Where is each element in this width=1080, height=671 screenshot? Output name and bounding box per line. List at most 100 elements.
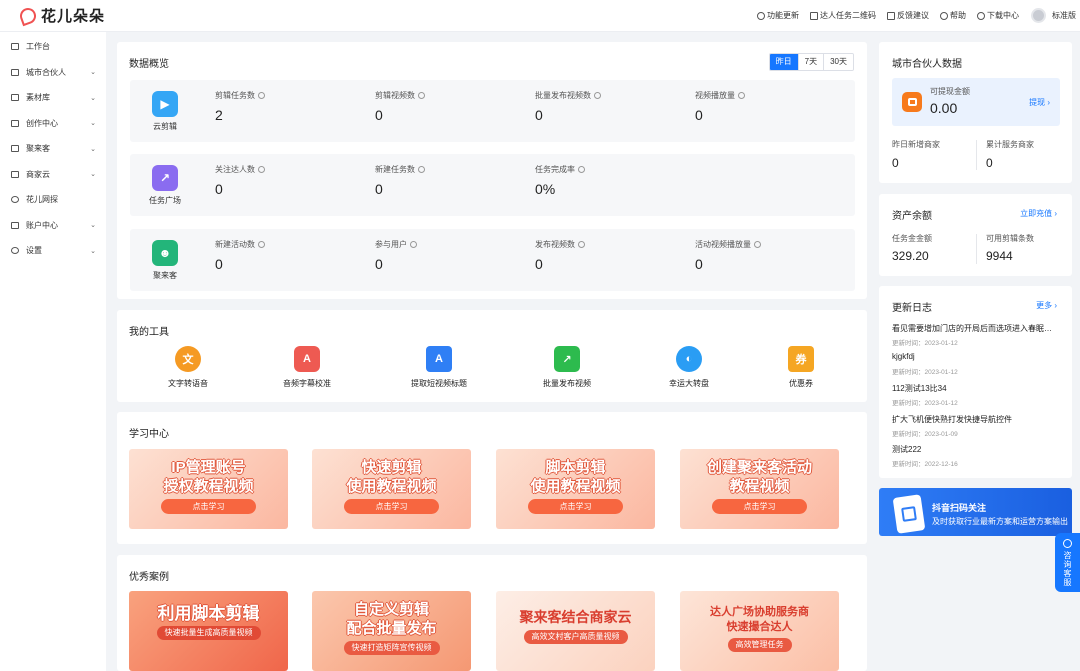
learn-button[interactable]: 点击学习 (161, 499, 256, 514)
download-center-button[interactable]: 下载中心 (977, 10, 1019, 21)
more-link[interactable]: 更多 › (1036, 300, 1057, 311)
brand-logo[interactable]: 花儿朵朵 (17, 5, 105, 26)
top-bar: 花儿朵朵 功能更新 达人任务二维码 反馈建议 帮助 下载中心 标准版 (0, 0, 1080, 32)
user-search-icon (11, 196, 19, 204)
chevron-down-icon: ⌄ (90, 145, 96, 153)
chevron-down-icon: ⌄ (90, 222, 96, 230)
learning-card-ip-account[interactable]: IP管理账号 授权教程视频 点击学习 (129, 449, 288, 529)
tool-text-to-speech[interactable]: 文文字转语音 (153, 346, 223, 389)
case-card-talent-square[interactable]: 达人广场协助服务商 快速撮合达人 高效管理任务 (680, 591, 839, 671)
info-icon (258, 92, 265, 99)
headset-icon (1063, 539, 1072, 548)
sidebar-item-account[interactable]: 账户中心 ⌄ (0, 213, 106, 239)
learn-button[interactable]: 点击学习 (528, 499, 623, 514)
learning-card-julaike-activity[interactable]: 创建聚来客活动 教程视频 点击学习 (680, 449, 839, 529)
customer-service-float-button[interactable]: 咨询客服 (1055, 533, 1080, 592)
phone-qrcode-icon (892, 494, 926, 534)
microphone-icon: A (294, 346, 320, 372)
stat-batch-published: 批量发布视频数 0 (535, 90, 601, 123)
avatar[interactable] (1031, 8, 1046, 23)
cloud-edit-entry[interactable]: ▶ 云剪辑 (146, 91, 184, 132)
tools-panel: 我的工具 文文字转语音 A 音频字幕校准 A 提取短视频标题 ↗ 批量发布视频 ◐ 幸运… (117, 310, 867, 402)
douyin-follow-banner[interactable]: 抖音扫码关注 及时获取行业最新方案和运营方案输出 (879, 488, 1072, 536)
share-icon: ↗ (554, 346, 580, 372)
asset-balance-panel: 资产余额 立即充值 › 任务金金额 329.20 可用剪辑条数 9944 (879, 194, 1072, 276)
tool-extract-title[interactable]: A 提取短视频标题 (404, 346, 474, 389)
partner-icon (11, 68, 19, 76)
info-icon (738, 92, 745, 99)
learning-card-script-edit[interactable]: 脚本剪辑 使用教程视频 点击学习 (496, 449, 655, 529)
play-icon: ▶ (152, 91, 178, 117)
cloud-download-icon (977, 11, 985, 20)
assets-title: 资产余额 (892, 211, 932, 222)
withdraw-card: 可提现金额 0.00 提现 › (892, 78, 1060, 126)
learn-button[interactable]: 点击学习 (344, 499, 439, 514)
sidebar-item-merchant-cloud[interactable]: 商家云 ⌄ (0, 162, 106, 188)
task-qrcode-button[interactable]: 达人任务二维码 (810, 10, 876, 21)
info-icon (418, 92, 425, 99)
stat-new-activities: 新建活动数 0 (215, 239, 265, 272)
tab-yesterday[interactable]: 昨日 (769, 54, 798, 70)
withdraw-link[interactable]: 提现 › (1029, 97, 1050, 108)
tools-title: 我的工具 (129, 327, 169, 338)
cases-panel: 优秀案例 利用脚本剪辑 快速批量生成高质量视频 自定义剪辑 配合批量发布 快速打… (117, 555, 867, 671)
sidebar-item-explore[interactable]: 花儿网探 (0, 187, 106, 213)
qrcode-icon (810, 11, 818, 20)
flower-logo-icon (17, 5, 39, 26)
learning-center-panel: 学习中心 IP管理账号 授权教程视频 点击学习 快速剪辑 使用教程视频 点击学习… (117, 412, 867, 544)
chevron-down-icon: ⌄ (90, 247, 96, 255)
sidebar-item-city-partner[interactable]: 城市合伙人 ⌄ (0, 60, 106, 86)
cases-title: 优秀案例 (129, 572, 169, 583)
task-square-stats-row: ↗ 任务广场 关注达人数 0 新建任务数 0 任务完成率 0% (130, 154, 855, 216)
task-square-entry[interactable]: ↗ 任务广场 (146, 165, 184, 206)
help-icon (940, 11, 948, 20)
recharge-link[interactable]: 立即充值 › (1020, 208, 1057, 219)
case-card-custom-edit[interactable]: 自定义剪辑 配合批量发布 快速打造矩阵宣传视频 (312, 591, 471, 671)
tool-coupon[interactable]: 券优惠券 (766, 346, 836, 389)
info-icon (410, 241, 417, 248)
top-actions: 功能更新 达人任务二维码 反馈建议 帮助 下载中心 标准版 (746, 0, 1080, 32)
sidebar-item-julaike[interactable]: 聚来客 ⌄ (0, 136, 106, 162)
stat-video-plays: 视频播放量 0 (695, 90, 745, 123)
julaike-entry[interactable]: ☻ 聚来客 (146, 240, 184, 281)
version-label[interactable]: 标准版 (1052, 10, 1076, 21)
feedback-button[interactable]: 反馈建议 (887, 10, 929, 21)
tool-lucky-wheel[interactable]: ◐ 幸运大转盘 (654, 346, 724, 389)
julaike-stats-row: ☻ 聚来客 新建活动数 0 参与用户 0 发布视频数 0 活动视频播放量 0 (130, 229, 855, 291)
coupon-icon: 券 (788, 346, 814, 372)
tab-7days[interactable]: 7天 (797, 54, 824, 70)
info-icon (258, 241, 265, 248)
stat-new-tasks: 新建任务数 0 (375, 164, 425, 197)
info-icon (578, 166, 585, 173)
cloud-edit-stats-row: ▶ 云剪辑 剪辑任务数 2 剪辑视频数 0 批量发布视频数 0 视频播放量 0 (130, 80, 855, 142)
help-button[interactable]: 帮助 (940, 10, 966, 21)
stat-edit-tasks: 剪辑任务数 2 (215, 90, 265, 123)
sidebar-item-workbench[interactable]: 工作台 (0, 34, 106, 60)
info-icon (578, 241, 585, 248)
tool-subtitle-calibration[interactable]: A 音频字幕校准 (272, 346, 342, 389)
account-icon (11, 221, 19, 229)
sidebar-item-creation[interactable]: 创作中心 ⌄ (0, 111, 106, 137)
stat-participants: 参与用户 0 (375, 239, 417, 272)
feature-updates-button[interactable]: 功能更新 (757, 10, 799, 21)
sidebar-item-material[interactable]: 素材库 ⌄ (0, 85, 106, 111)
changelog-panel: 更新日志 更多 › 看见需要增加门店的开局后而选项进入春眠基... 更新时间：2… (879, 286, 1072, 478)
stat-activity-plays: 活动视频播放量 0 (695, 239, 761, 272)
changelog-title: 更新日志 (892, 303, 932, 314)
info-icon (418, 166, 425, 173)
sidebar-item-settings[interactable]: 设置 ⌄ (0, 238, 106, 264)
learning-title: 学习中心 (129, 429, 169, 440)
learn-button[interactable]: 点击学习 (712, 499, 807, 514)
tab-30days[interactable]: 30天 (823, 54, 853, 70)
divider (976, 140, 977, 170)
case-card-script-edit[interactable]: 利用脚本剪辑 快速批量生成高质量视频 (129, 591, 288, 671)
data-overview-panel: 数据概览 昨日 7天 30天 ▶ 云剪辑 剪辑任务数 2 剪辑视频数 0 批量发布视… (117, 42, 867, 299)
sidebar: 工作台 城市合伙人 ⌄ 素材库 ⌄ 创作中心 ⌄ 聚来客 ⌄ 商家云 ⌄ 花儿网探 账户中… (0, 32, 106, 671)
chevron-down-icon: ⌄ (90, 120, 96, 128)
tool-batch-publish[interactable]: ↗ 批量发布视频 (532, 346, 602, 389)
city-partner-panel: 城市合伙人数据 可提现金额 0.00 提现 › 昨日新增商家 0 累计服务商家 … (879, 42, 1072, 183)
gear-icon (11, 247, 19, 255)
learning-card-quick-edit[interactable]: 快速剪辑 使用教程视频 点击学习 (312, 449, 471, 529)
case-card-julaike-cloud[interactable]: 聚来客结合商家云 高效文村客户高质量视频 (496, 591, 655, 671)
stat-followed-talents: 关注达人数 0 (215, 164, 265, 197)
